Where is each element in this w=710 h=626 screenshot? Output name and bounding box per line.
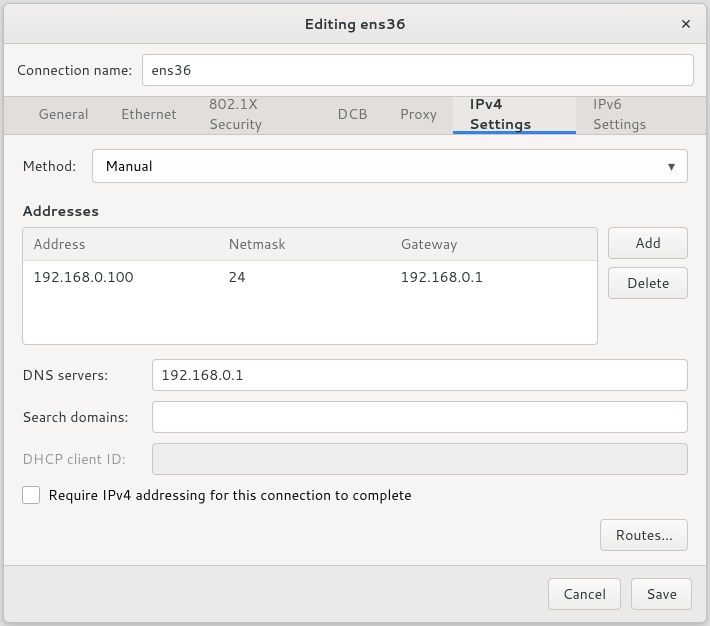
window-title: Editing ens36 (304, 14, 406, 34)
connection-name-row: Connection name: (4, 44, 706, 97)
save-button[interactable]: Save (631, 578, 692, 610)
dialog-window: Editing ens36 ✕ Connection name: General… (3, 3, 707, 623)
tab-ethernet[interactable]: Ethernet (105, 97, 193, 134)
close-icon: ✕ (680, 14, 692, 34)
cell-address: 192.168.0.100 (23, 261, 218, 293)
tab-bar: General Ethernet 802.1X Security DCB Pro… (4, 97, 706, 135)
dns-label: DNS servers: (22, 365, 144, 385)
address-buttons: Add Delete (608, 227, 688, 345)
routes-row: Routes… (22, 519, 688, 551)
cell-gateway: 192.168.0.1 (390, 261, 597, 293)
addresses-table[interactable]: Address Netmask Gateway 192.168.0.100 24… (22, 227, 598, 345)
method-label: Method: (22, 156, 76, 176)
col-header-address: Address (23, 228, 218, 260)
tab-proxy[interactable]: Proxy (384, 97, 453, 134)
tab-ipv6-settings[interactable]: IPv6 Settings (576, 97, 688, 134)
table-header: Address Netmask Gateway (23, 228, 597, 261)
tab-8021x-security[interactable]: 802.1X Security (193, 97, 321, 134)
tab-general[interactable]: General (22, 97, 105, 134)
search-domains-label: Search domains: (22, 407, 144, 427)
col-header-gateway: Gateway (390, 228, 597, 260)
tab-body: Method: Manual ▾ Addresses Address Netma… (4, 135, 706, 565)
require-ipv4-label: Require IPv4 addressing for this connect… (48, 485, 412, 505)
require-ipv4-row: Require IPv4 addressing for this connect… (22, 485, 688, 505)
chevron-down-icon: ▾ (668, 156, 675, 176)
delete-button[interactable]: Delete (608, 267, 688, 299)
dhcp-client-id-label: DHCP client ID: (22, 449, 144, 469)
search-domains-input[interactable] (152, 401, 688, 433)
dns-input[interactable] (152, 359, 688, 391)
method-value: Manual (105, 156, 152, 176)
method-select[interactable]: Manual ▾ (92, 149, 688, 183)
cell-netmask: 24 (218, 261, 390, 293)
method-row: Method: Manual ▾ (22, 149, 688, 183)
connection-name-input[interactable] (142, 54, 694, 86)
add-button[interactable]: Add (608, 227, 688, 259)
titlebar: Editing ens36 ✕ (4, 4, 706, 44)
connection-name-label: Connection name: (16, 60, 132, 80)
search-domains-row: Search domains: (22, 401, 688, 433)
routes-button[interactable]: Routes… (600, 519, 688, 551)
dhcp-client-id-input (152, 443, 688, 475)
dhcp-client-id-row: DHCP client ID: (22, 443, 688, 475)
dialog-footer: Cancel Save (4, 565, 706, 622)
table-row[interactable]: 192.168.0.100 24 192.168.0.1 (23, 261, 597, 293)
tab-ipv4-settings[interactable]: IPv4 Settings (453, 97, 576, 134)
cancel-button[interactable]: Cancel (548, 578, 622, 610)
dns-row: DNS servers: (22, 359, 688, 391)
close-button[interactable]: ✕ (674, 12, 698, 36)
tab-dcb[interactable]: DCB (321, 97, 384, 134)
addresses-title: Addresses (22, 201, 688, 221)
addresses-section: Address Netmask Gateway 192.168.0.100 24… (22, 227, 688, 345)
col-header-netmask: Netmask (218, 228, 390, 260)
require-ipv4-checkbox[interactable] (22, 486, 40, 504)
form-rows: DNS servers: Search domains: DHCP client… (22, 359, 688, 475)
